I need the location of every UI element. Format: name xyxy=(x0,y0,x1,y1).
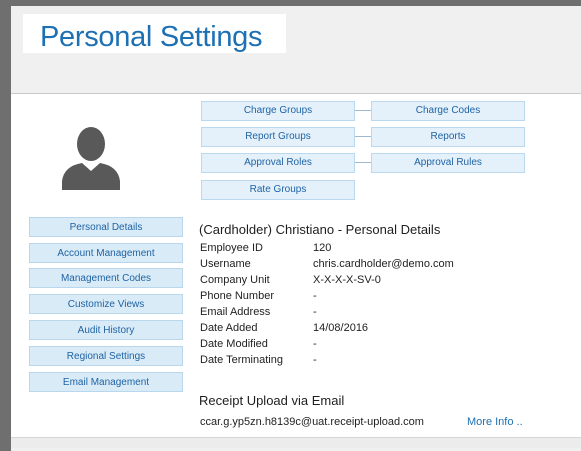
bottom-bar xyxy=(11,437,581,448)
receipt-upload-email: ccar.g.yp5zn.h8139c@uat.receipt-upload.c… xyxy=(200,416,424,428)
employee-id-label: Employee ID xyxy=(200,242,263,254)
sidebar-item-personal-details[interactable]: Personal Details xyxy=(29,217,183,237)
date-terminating-value: - xyxy=(313,354,317,366)
charge-groups-button[interactable]: Charge Groups xyxy=(201,101,355,121)
approval-roles-button[interactable]: Approval Roles xyxy=(201,153,355,173)
username-value: chris.cardholder@demo.com xyxy=(313,258,454,270)
company-unit-value: X-X-X-X-SV-0 xyxy=(313,274,381,286)
date-modified-value: - xyxy=(313,338,317,350)
connector-line xyxy=(355,110,371,111)
avatar-icon xyxy=(62,127,120,190)
phone-number-label: Phone Number xyxy=(200,290,274,302)
sidebar-item-customize-views[interactable]: Customize Views xyxy=(29,294,183,314)
date-terminating-label: Date Terminating xyxy=(200,354,283,366)
company-unit-label: Company Unit xyxy=(200,274,270,286)
more-info-link[interactable]: More Info .. xyxy=(467,416,523,428)
connector-line xyxy=(355,162,371,163)
sidebar-item-account-management[interactable]: Account Management xyxy=(29,243,183,263)
sidebar-item-audit-history[interactable]: Audit History xyxy=(29,320,183,340)
receipt-upload-heading: Receipt Upload via Email xyxy=(199,393,345,408)
date-added-value: 14/08/2016 xyxy=(313,322,369,334)
sidebar-item-regional-settings[interactable]: Regional Settings xyxy=(29,346,183,366)
sidebar-item-management-codes[interactable]: Management Codes xyxy=(29,268,183,288)
email-address-value: - xyxy=(313,306,317,318)
date-added-label: Date Added xyxy=(200,322,258,334)
rate-groups-button[interactable]: Rate Groups xyxy=(201,180,355,200)
connector-line xyxy=(355,136,371,137)
sidebar-item-email-management[interactable]: Email Management xyxy=(29,372,183,392)
email-address-label: Email Address xyxy=(200,306,271,318)
username-label: Username xyxy=(200,258,251,270)
approval-rules-button[interactable]: Approval Rules xyxy=(371,153,525,173)
charge-codes-button[interactable]: Charge Codes xyxy=(371,101,525,121)
phone-number-value: - xyxy=(313,290,317,302)
reports-button[interactable]: Reports xyxy=(371,127,525,147)
employee-id-value: 120 xyxy=(313,242,332,254)
report-groups-button[interactable]: Report Groups xyxy=(201,127,355,147)
date-modified-label: Date Modified xyxy=(200,338,268,350)
page-title-box: Personal Settings xyxy=(23,14,286,53)
page-title: Personal Settings xyxy=(40,21,263,53)
details-heading: (Cardholder) Christiano - Personal Detai… xyxy=(199,222,441,237)
